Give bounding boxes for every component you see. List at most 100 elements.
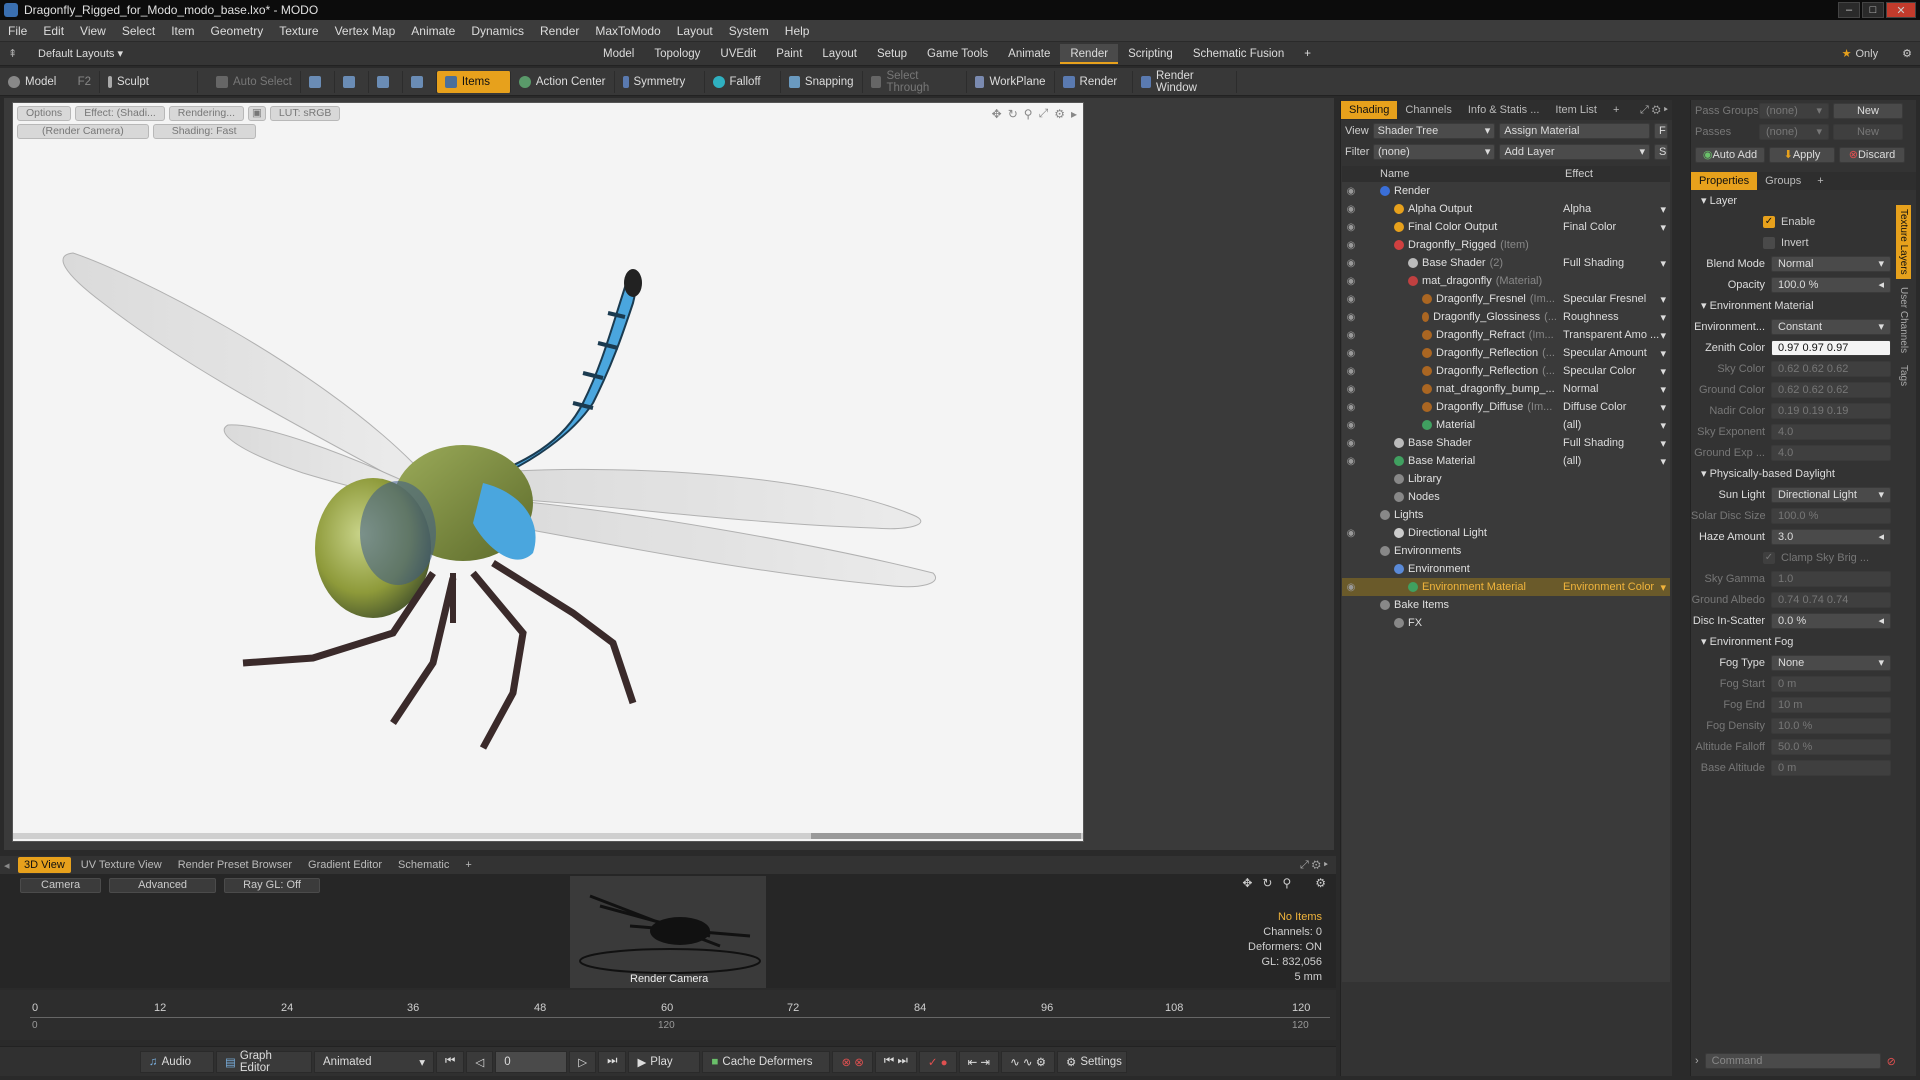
tree-row-effect[interactable]: Specular Color ▾	[1557, 365, 1670, 378]
tree-row[interactable]: Nodes	[1342, 488, 1670, 506]
model-button[interactable]: Model F2	[0, 70, 100, 93]
tree-row[interactable]: ◉ Dragonfly_Reflection (... Specular Amount…	[1342, 344, 1670, 362]
f-button[interactable]: F	[1654, 122, 1668, 139]
minimize-button[interactable]: –	[1838, 2, 1860, 18]
visibility-eye-icon[interactable]: ◉	[1342, 384, 1360, 395]
tab-item-list[interactable]: Item List	[1547, 101, 1605, 119]
menu-render[interactable]: Render	[532, 24, 587, 38]
tab-setup[interactable]: Setup	[867, 44, 917, 64]
animated-dropdown[interactable]: Animated ▾	[314, 1050, 434, 1073]
tab-3d-view[interactable]: 3D View	[18, 857, 71, 873]
tree-row[interactable]: ◉ Directional Light	[1342, 524, 1670, 542]
close-button[interactable]: ✕	[1886, 2, 1916, 18]
visibility-eye-icon[interactable]: ◉	[1342, 240, 1360, 251]
visibility-eye-icon[interactable]: ◉	[1342, 204, 1360, 215]
visibility-eye-icon[interactable]: ◉	[1342, 258, 1360, 269]
tree-row[interactable]: ◉ Dragonfly_Diffuse (Im... Diffuse Color ▾	[1342, 398, 1670, 416]
tree-row[interactable]: ◉ Environment Material Environment Color ▾	[1342, 578, 1670, 596]
tab-schematic[interactable]: Schematic	[392, 857, 455, 873]
key-icons-group[interactable]: ⊗ ⊗	[832, 1050, 873, 1073]
zenith-color-field[interactable]: 0.97 0.97 0.97	[1771, 339, 1891, 356]
menu-item[interactable]: Item	[163, 24, 202, 38]
menu-vertex-map[interactable]: Vertex Map	[327, 24, 404, 38]
vertices-mode-button[interactable]	[301, 70, 335, 93]
tree-row-effect[interactable]: Alpha ▾	[1557, 203, 1670, 216]
tree-row[interactable]: ◉ Base Material (all) ▾	[1342, 452, 1670, 470]
key-step-icons[interactable]: ⇤ ⇥	[958, 1050, 1000, 1073]
visibility-eye-icon[interactable]: ◉	[1342, 366, 1360, 377]
tree-row[interactable]: FX	[1342, 614, 1670, 632]
menu-texture[interactable]: Texture	[271, 24, 326, 38]
sky-gamma-field[interactable]: 1.0	[1771, 570, 1891, 587]
tree-row-effect[interactable]: (all) ▾	[1557, 455, 1670, 468]
bottom-panel-controls-icon[interactable]: ⤢ ⚙ ▸	[1300, 859, 1328, 872]
timeline-ruler[interactable]: 0 12 24 36 48 60 72 84 96 108 120	[30, 1002, 1330, 1018]
preview-pan-icon[interactable]: ✥	[1242, 876, 1252, 890]
disc-in-scatter-field[interactable]: 0.0 % ◂	[1771, 612, 1891, 629]
fog-end-field[interactable]: 10 m	[1771, 696, 1891, 713]
tab-channels[interactable]: Channels	[1397, 101, 1459, 119]
falloff-button[interactable]: Falloff	[705, 70, 781, 93]
menu-system[interactable]: System	[721, 24, 777, 38]
materials-mode-button[interactable]	[403, 70, 437, 93]
tab-uvedit[interactable]: UVEdit	[710, 44, 766, 64]
tree-row[interactable]: ◉ mat_dragonfly (Material)	[1342, 272, 1670, 290]
preview-rotate-icon[interactable]: ↻	[1262, 876, 1272, 890]
panel-arrow-icon[interactable]: ◂	[4, 859, 18, 872]
fog-start-field[interactable]: 0 m	[1771, 675, 1891, 692]
enable-checkbox[interactable]: ✓	[1763, 215, 1775, 228]
audio-button[interactable]: ♫ Audio	[140, 1050, 214, 1073]
view-dropdown[interactable]: Shader Tree ▾	[1372, 122, 1496, 139]
go-start-button[interactable]: ⏮	[436, 1050, 465, 1073]
tab-shading[interactable]: Shading	[1341, 101, 1398, 119]
raygl-button[interactable]: Ray GL: Off	[224, 878, 320, 893]
tab-render[interactable]: Render	[1060, 43, 1119, 64]
menu-geometry[interactable]: Geometry	[203, 24, 272, 38]
menu-dynamics[interactable]: Dynamics	[463, 24, 532, 38]
only-button[interactable]: Only	[1856, 48, 1879, 60]
visibility-eye-icon[interactable]: ◉	[1342, 420, 1360, 431]
visibility-eye-icon[interactable]: ◉	[1342, 276, 1360, 287]
cache-deformers-button[interactable]: ■ Cache Deformers	[702, 1050, 831, 1073]
tab-info-statistics[interactable]: Info & Statis ...	[1460, 101, 1548, 119]
visibility-eye-icon[interactable]: ◉	[1342, 582, 1360, 593]
tab-paint[interactable]: Paint	[766, 44, 812, 64]
render-button[interactable]: Render	[1055, 70, 1133, 93]
sun-light-dropdown[interactable]: Directional Light ▾	[1771, 486, 1891, 503]
timeline-range-bar[interactable]: 0 120 120	[30, 1020, 1330, 1034]
tree-row-effect[interactable]: (all) ▾	[1557, 419, 1670, 432]
auto-select-button[interactable]: Auto Select	[208, 70, 301, 93]
tree-row-effect[interactable]: Specular Fresnel ▾	[1557, 293, 1670, 306]
tab-properties[interactable]: Properties	[1691, 172, 1758, 190]
menu-select[interactable]: Select	[114, 24, 163, 38]
tree-row[interactable]: Environments	[1342, 542, 1670, 560]
next-key-button[interactable]: ▷	[569, 1050, 597, 1073]
select-through-button[interactable]: Select Through	[863, 70, 967, 94]
ground-exponent-field[interactable]: 4.0	[1771, 444, 1891, 461]
visibility-eye-icon[interactable]: ◉	[1342, 348, 1360, 359]
ground-albedo-field[interactable]: 0.74 0.74 0.74	[1771, 591, 1891, 608]
visibility-eye-icon[interactable]: ◉	[1342, 294, 1360, 305]
assign-material-button[interactable]: Assign Material	[1499, 122, 1650, 139]
pass-groups-new-button[interactable]: New	[1833, 102, 1903, 119]
apply-button[interactable]: ⬇ Apply	[1769, 147, 1835, 163]
add-tab-button[interactable]: +	[1294, 44, 1321, 64]
add-panel-tab-button[interactable]: +	[1605, 101, 1627, 119]
nadir-color-field[interactable]: 0.19 0.19 0.19	[1771, 402, 1891, 419]
tree-row[interactable]: ◉ Dragonfly_Glossiness (... Roughness ▾	[1342, 308, 1670, 326]
frame-input[interactable]: 0	[495, 1050, 568, 1073]
tab-scripting[interactable]: Scripting	[1118, 44, 1183, 64]
fog-type-dropdown[interactable]: None ▾	[1771, 654, 1891, 671]
edges-mode-button[interactable]	[335, 70, 369, 93]
default-layouts-dropdown[interactable]: Default Layouts ▾	[38, 47, 123, 60]
tab-layout[interactable]: Layout	[812, 44, 867, 64]
side-tab-tags[interactable]: Tags	[1896, 361, 1911, 390]
add-layer-dropdown[interactable]: Add Layer ▾	[1499, 143, 1650, 160]
visibility-eye-icon[interactable]: ◉	[1342, 312, 1360, 323]
play-button[interactable]: ▶ Play	[628, 1050, 701, 1073]
pass-groups-dropdown[interactable]: (none) ▾	[1759, 102, 1829, 119]
command-stop-icon[interactable]: ⊘	[1887, 1055, 1896, 1068]
side-tab-user-channels[interactable]: User Channels	[1896, 283, 1911, 357]
opacity-field[interactable]: 100.0 % ◂	[1771, 276, 1891, 293]
auto-add-button[interactable]: ◉ Auto Add	[1695, 147, 1765, 163]
